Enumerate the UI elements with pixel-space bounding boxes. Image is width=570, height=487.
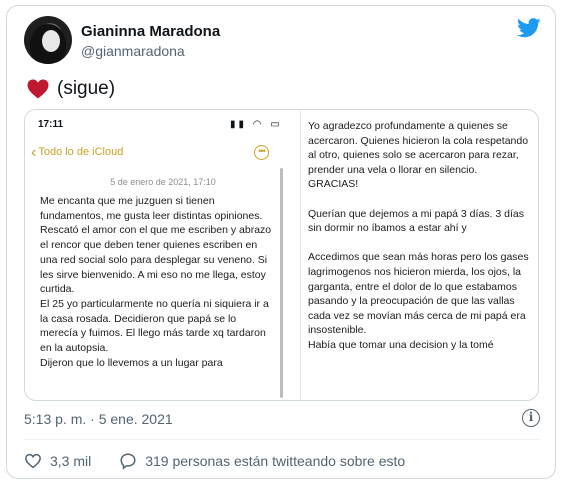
scrollbar xyxy=(280,168,283,398)
notes-screenshot: 17:11 ▮▮ ◠ ▭ ‹ Todo lo de iCloud ••• 5 d… xyxy=(25,110,301,400)
chevron-left-icon: ‹ xyxy=(31,143,37,161)
tweet-text: (sigue) xyxy=(27,78,115,100)
info-icon[interactable]: i xyxy=(522,409,540,427)
heart-outline-icon xyxy=(25,453,41,469)
like-count: 3,3 mil xyxy=(50,453,92,469)
tweet-media-image[interactable]: 17:11 ▮▮ ◠ ▭ ‹ Todo lo de iCloud ••• 5 d… xyxy=(24,109,539,401)
tweet-timestamp[interactable]: 5:13 p. m. · 5 ene. 2021 xyxy=(24,411,173,427)
status-time: 17:11 xyxy=(38,119,64,130)
notes-back-button: ‹ Todo lo de iCloud xyxy=(31,143,124,161)
speech-bubble-icon xyxy=(120,453,136,470)
tweet-card: Gianinna Maradona @gianmaradona (sigue) … xyxy=(6,5,556,479)
heart-emoji-icon xyxy=(27,79,49,99)
status-icons: ▮▮ ◠ ▭ xyxy=(230,119,283,130)
action-bar: 3,3 mil 319 personas están twitteando so… xyxy=(24,452,405,470)
user-name[interactable]: Gianinna Maradona xyxy=(81,23,220,40)
divider xyxy=(24,439,540,440)
tweet-text-content: (sigue) xyxy=(57,78,116,99)
twitter-bird-icon[interactable] xyxy=(517,18,541,38)
user-handle[interactable]: @gianmaradona xyxy=(81,43,185,59)
more-options-icon: ••• xyxy=(254,145,269,160)
discussion-text: 319 personas están twitteando sobre esto xyxy=(145,453,406,469)
note-body-right: Yo agradezco profundamente a quienes se … xyxy=(308,120,529,351)
avatar[interactable] xyxy=(24,16,72,64)
notes-back-label: Todo lo de iCloud xyxy=(38,146,124,158)
like-button[interactable]: 3,3 mil xyxy=(24,452,91,470)
note-date: 5 de enero de 2021, 17:10 xyxy=(110,177,216,187)
note-body-left: Me encanta que me juzguen si tienen fund… xyxy=(40,195,272,369)
reply-discussion-button[interactable]: 319 personas están twitteando sobre esto xyxy=(119,452,405,470)
